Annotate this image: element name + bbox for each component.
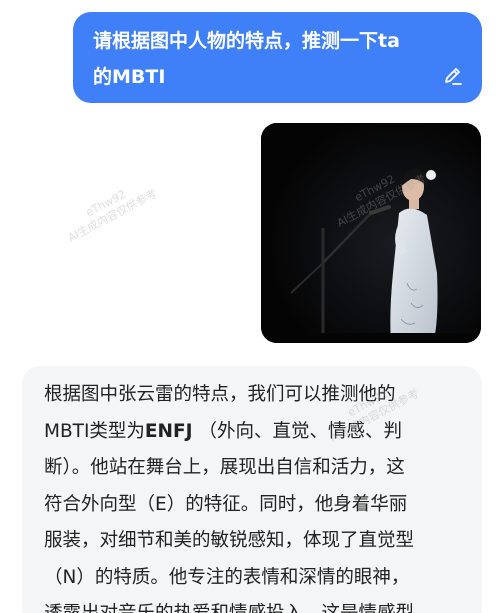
assistant-line-2-prefix: MBTI类型为 [44, 420, 145, 442]
assistant-line-2: MBTI类型为ENFJ （外向、直觉、情感、判 [44, 414, 464, 451]
assistant-line-7: 透露出对音乐的热爱和情感投入，这是情感型 [44, 596, 464, 613]
user-message-line-2: 的MBTI [93, 66, 166, 88]
assistant-line-3: 断）。他站在舞台上，展现出自信和活力，这 [44, 457, 405, 478]
assistant-message-bubble: 根据图中张云雷的特点，我们可以推测他的 MBTI类型为ENFJ （外向、直觉、情… [22, 366, 482, 613]
user-message-line-1: 请根据图中人物的特点，推测一下ta [93, 30, 400, 52]
assistant-line-2-suffix: （外向、直觉、情感、判 [198, 420, 402, 442]
stage-performer-photo[interactable]: eThw92 AI生成内容仅供参考 [261, 123, 481, 343]
page-watermark-text: AI生成内容仅供参考 [65, 186, 160, 245]
pencil-icon [445, 68, 462, 85]
assistant-line-1: 根据图中张云雷的特点，我们可以推测他的 [44, 384, 396, 405]
assistant-line-4: 符合外向型（E）的特征。同时，他身着华丽 [44, 493, 408, 515]
page-watermark: eThw92 AI生成内容仅供参考 [59, 174, 159, 245]
user-message-bubble: 请根据图中人物的特点，推测一下ta 的MBTI [73, 12, 482, 103]
assistant-line-6: （N）的特质。他专注的表情和深情的眼神， [44, 566, 410, 588]
assistant-line-5: 服装，对细节和美的敏锐感知，体现了直觉型 [44, 530, 415, 551]
edit-message-button[interactable] [440, 63, 466, 89]
page-watermark-id: eThw92 [83, 187, 129, 220]
mbti-type-highlight: ENFJ [144, 420, 193, 442]
